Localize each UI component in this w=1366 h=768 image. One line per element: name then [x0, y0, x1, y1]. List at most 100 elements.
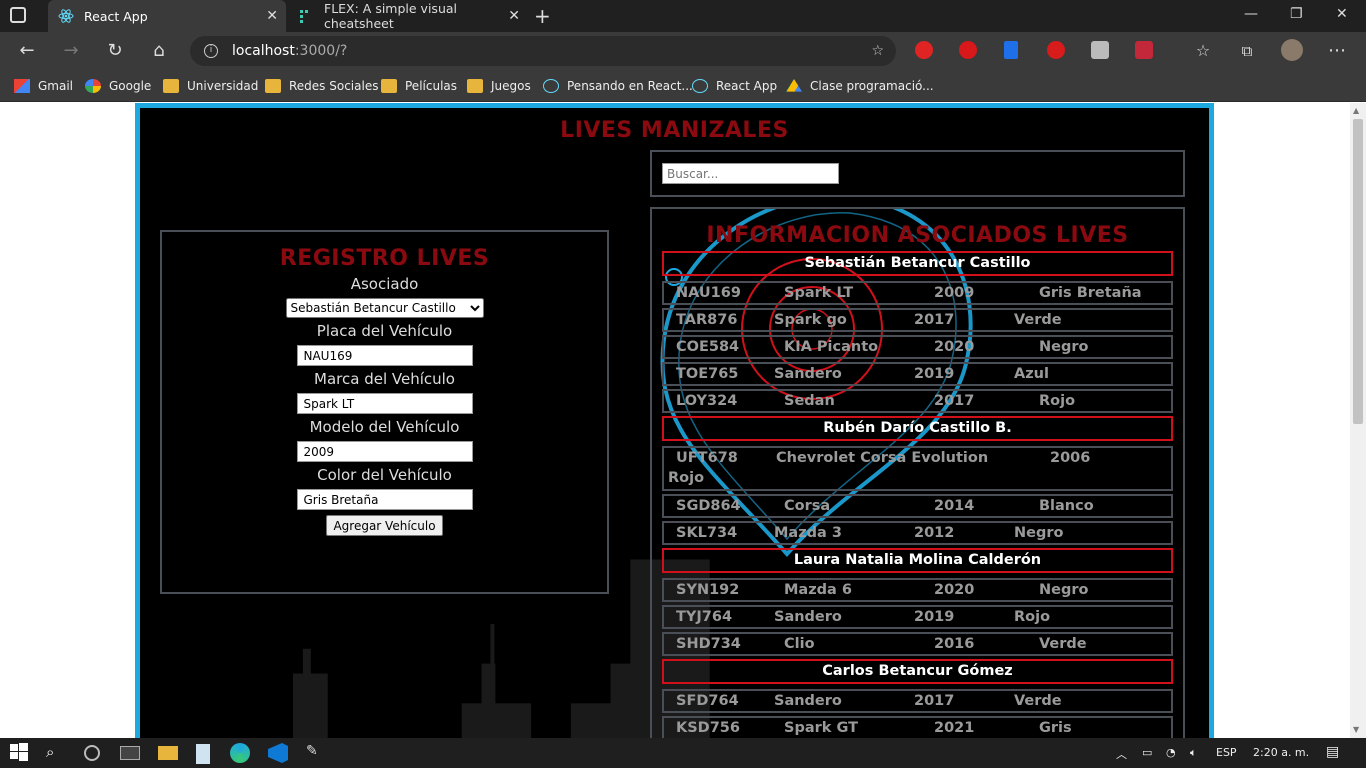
home-icon[interactable]: ⌂ [148, 40, 170, 62]
language-indicator[interactable]: ESP [1216, 746, 1237, 759]
paint-icon[interactable]: ✎ [306, 743, 326, 763]
profile-avatar[interactable] [1281, 39, 1303, 61]
page-viewport: LIVES MANIZALES REGISTRO LIVES Asociado … [0, 103, 1350, 738]
brand-cell: Spark LT [784, 285, 854, 301]
volume-icon[interactable]: 🔈︎ [1190, 746, 1197, 760]
add-vehicle-button[interactable]: Agregar Vehículo [326, 515, 443, 536]
search-icon[interactable]: ⌕ [46, 743, 66, 763]
favorite-star-icon[interactable]: ☆ [871, 36, 884, 66]
extension-icon[interactable] [915, 41, 933, 59]
brand-cell: Spark go [774, 312, 847, 328]
scroll-thumb[interactable] [1353, 119, 1363, 424]
search-input[interactable] [662, 163, 839, 184]
asociado-select[interactable]: Sebastián Betancur Castillo [285, 298, 484, 318]
browser-toolbar: ← → ↻ ⌂ i localhost:3000/? ☆ ☆ ⧉ ⋯ [0, 32, 1366, 70]
bookmark-clase[interactable]: Clase programació... [786, 76, 934, 96]
tray-chevron-icon[interactable]: ︿ [1116, 746, 1127, 762]
vehicle-row: TYJ764 Sandero 2019 Rojo [662, 605, 1173, 629]
color-cell: Gris [1039, 720, 1072, 736]
extension-icon[interactable] [959, 41, 977, 59]
plate-cell: SFD764 [676, 693, 739, 709]
collections-icon[interactable]: ⧉ [1236, 40, 1258, 62]
clock[interactable]: 2:20 a. m. [1253, 746, 1309, 759]
page-scrollbar[interactable]: ▲ ▼ [1350, 103, 1366, 738]
marca-label: Marca del Vehículo [314, 370, 455, 388]
scroll-down-icon[interactable]: ▼ [1353, 725, 1359, 734]
model-cell: 2020 [934, 582, 975, 598]
bookmark-folder[interactable]: Universidad [163, 76, 258, 96]
close-tab-icon[interactable]: ✕ [266, 8, 278, 24]
vehicle-row: UFT678 Chevrolet Corsa Evolution 2006 Rojo [662, 446, 1173, 491]
plate-cell: SHD734 [676, 636, 741, 652]
model-cell: 2019 [914, 609, 955, 625]
placa-input[interactable] [296, 345, 473, 366]
extension-icon[interactable] [1135, 41, 1153, 59]
bookmark-folder[interactable]: Juegos [467, 76, 531, 96]
address-bar[interactable]: i localhost:3000/? ☆ [190, 36, 896, 66]
plate-cell: LOY324 [676, 393, 738, 409]
tab-flex[interactable]: FLEX: A simple visual cheatsheet ✕ [288, 0, 528, 32]
owner-header: Carlos Betancur Gómez [662, 659, 1173, 684]
plate-cell: TAR876 [676, 312, 738, 328]
model-cell: 2014 [934, 498, 975, 514]
bookmark-pensando-react[interactable]: Pensando en React... [543, 76, 693, 96]
model-cell: 2021 [934, 720, 975, 736]
vehicle-row: NAU169 Spark LT 2009 Gris Bretaña [662, 281, 1173, 305]
bookmark-folder[interactable]: Redes Sociales [265, 76, 378, 96]
placa-label: Placa del Vehículo [316, 322, 453, 340]
close-tab-icon[interactable]: ✕ [508, 8, 520, 24]
bookmark-react-app[interactable]: React App [692, 76, 777, 96]
color-cell: Verde [1039, 636, 1087, 652]
scroll-up-icon[interactable]: ▲ [1353, 106, 1359, 115]
model-cell: 2017 [914, 693, 955, 709]
notepad-icon[interactable] [196, 744, 210, 764]
vehicle-row: COE584 KIA Picanto 2020 Negro [662, 335, 1173, 359]
taskbar: ⌕ ✎ ︿ ▭ ◔ 🔈︎ ESP 2:20 a. m. ▤ [0, 738, 1366, 768]
extension-icon[interactable] [1047, 41, 1065, 59]
brand-cell: Corsa [784, 498, 831, 514]
edge-icon[interactable] [230, 743, 250, 763]
favorites-icon[interactable]: ☆ [1192, 40, 1214, 62]
model-cell: 2017 [914, 312, 955, 328]
battery-icon[interactable]: ▭ [1142, 746, 1152, 759]
brand-cell: Sandero [774, 693, 842, 709]
bookmark-google[interactable]: Google [85, 76, 151, 96]
windows-start-icon[interactable] [10, 743, 30, 763]
vscode-icon[interactable] [268, 743, 288, 763]
bookmark-gmail[interactable]: Gmail [14, 76, 73, 96]
bookmark-extension-icon[interactable] [1004, 41, 1018, 59]
color-input[interactable] [296, 489, 473, 510]
info-heading: INFORMACION ASOCIADOS LIVES [706, 223, 1129, 248]
notifications-icon[interactable]: ▤ [1326, 744, 1339, 760]
forward-icon[interactable]: → [60, 40, 82, 62]
back-icon[interactable]: ← [16, 40, 38, 62]
vehicle-row: TOE765 Sandero 2019 Azul [662, 362, 1173, 386]
file-explorer-icon[interactable] [158, 746, 178, 760]
minimize-icon[interactable]: — [1244, 6, 1258, 22]
vehicle-row: KSD756 Spark GT 2021 Gris [662, 716, 1173, 738]
react-icon [692, 79, 708, 93]
new-tab-icon[interactable]: + [534, 4, 551, 28]
folder-icon [381, 79, 397, 93]
bookmarks-bar: Gmail Google Universidad Redes Sociales … [0, 70, 1366, 102]
network-icon[interactable]: ◔ [1166, 746, 1176, 759]
bookmark-folder[interactable]: Películas [381, 76, 457, 96]
folder-icon [467, 79, 483, 93]
restore-icon[interactable]: ❐ [1290, 6, 1303, 22]
extension-icon[interactable] [1091, 41, 1109, 59]
plate-cell: TOE765 [676, 366, 739, 382]
more-icon[interactable]: ⋯ [1326, 40, 1348, 62]
close-window-icon[interactable]: ✕ [1336, 6, 1348, 22]
tab-react-app[interactable]: React App ✕ [48, 0, 286, 32]
info-panel: INFORMACION ASOCIADOS LIVES Sebastián Be… [650, 207, 1185, 738]
modelo-input[interactable] [296, 441, 473, 462]
cortana-icon[interactable] [84, 745, 100, 761]
refresh-icon[interactable]: ↻ [104, 40, 126, 62]
react-icon [58, 8, 74, 24]
model-cell: 2019 [914, 366, 955, 382]
info-icon[interactable]: i [204, 44, 218, 58]
terminal-icon[interactable] [120, 746, 140, 760]
marca-input[interactable] [296, 393, 473, 414]
brand-cell: Mazda 3 [774, 525, 842, 541]
tab-actions-icon[interactable] [10, 7, 26, 23]
